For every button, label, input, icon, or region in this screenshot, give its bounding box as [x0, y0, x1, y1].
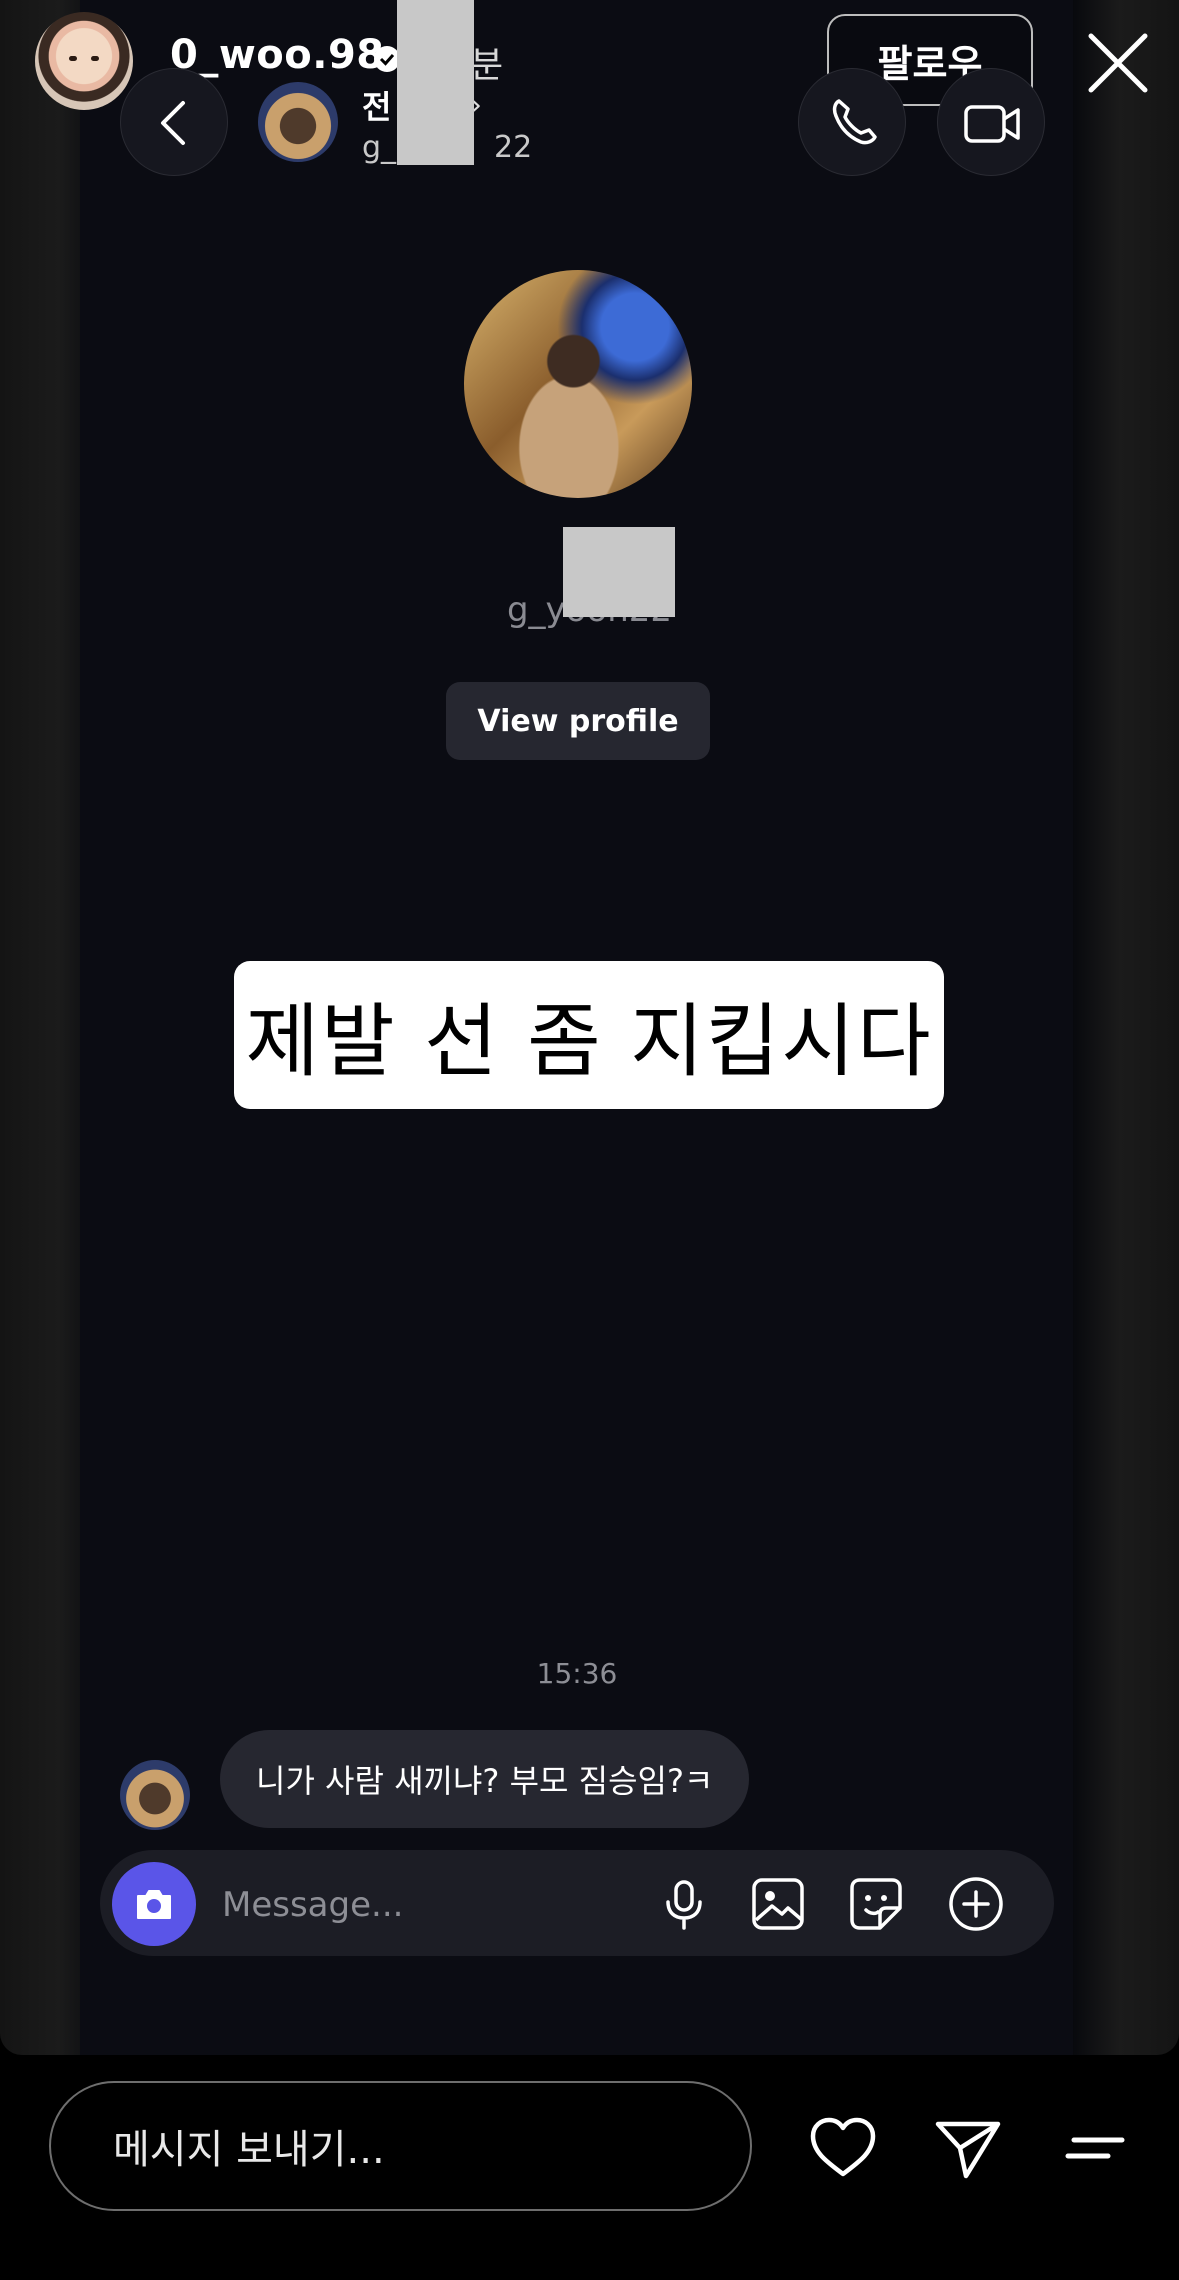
- redaction-box: [397, 0, 474, 165]
- profile-avatar[interactable]: [464, 270, 692, 498]
- dm-contact-name[interactable]: 전: [362, 82, 391, 128]
- close-icon[interactable]: [1085, 30, 1151, 96]
- back-button[interactable]: [120, 68, 228, 176]
- avatar-eye: [69, 56, 77, 61]
- video-call-button[interactable]: [937, 68, 1045, 176]
- heart-icon[interactable]: [807, 2112, 879, 2184]
- add-circle-icon[interactable]: [946, 1874, 1006, 1934]
- microphone-icon[interactable]: [654, 1874, 714, 1934]
- message-input[interactable]: [220, 1878, 624, 1932]
- story-time: 분: [470, 45, 504, 86]
- story-author-avatar[interactable]: [35, 12, 133, 110]
- voice-call-button[interactable]: [798, 68, 906, 176]
- sender-avatar[interactable]: [120, 1760, 190, 1830]
- dm-handle-end: 22: [494, 130, 533, 165]
- view-profile-button[interactable]: View profile: [446, 682, 710, 760]
- story-caption: 제발 선 좀 지킵시다: [234, 961, 944, 1109]
- phone-icon: [832, 99, 877, 145]
- redaction-box: [563, 527, 675, 617]
- message-bubble[interactable]: 니가 사람 새끼냐? 부모 짐승임?ㅋ: [220, 1730, 750, 1828]
- sticker-icon[interactable]: [846, 1874, 906, 1934]
- gallery-icon[interactable]: [748, 1874, 808, 1934]
- dm-contact-avatar[interactable]: [258, 82, 338, 162]
- send-icon[interactable]: [932, 2112, 1004, 2184]
- camera-button[interactable]: [112, 1862, 196, 1946]
- camera-icon: [137, 1890, 171, 1919]
- chevron-left-icon: [161, 101, 185, 145]
- menu-lines-icon[interactable]: [1060, 2112, 1132, 2184]
- story-reply-input[interactable]: 메시지 보내기...: [49, 2081, 752, 2211]
- message-timestamp: 15:36: [536, 1657, 618, 1690]
- dm-handle-start: g_: [362, 130, 397, 165]
- avatar-eye: [91, 56, 99, 61]
- video-camera-icon: [964, 105, 1020, 143]
